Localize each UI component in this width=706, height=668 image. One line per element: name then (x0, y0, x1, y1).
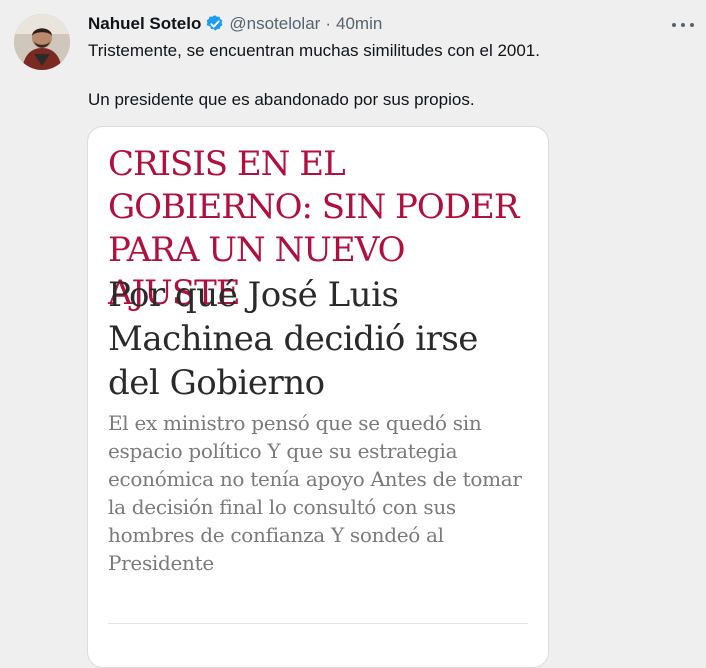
tweet-timestamp[interactable]: 40min (336, 13, 382, 35)
article-dek: El ex ministro pensó que se quedó sin es… (108, 411, 522, 575)
attached-image[interactable]: CRISIS EN EL GOBIERNO: SIN PODER PARA UN… (87, 126, 549, 668)
avatar[interactable] (14, 14, 70, 70)
tweet-text-line-2: Un presidente que es abandonado por sus … (88, 90, 475, 109)
author-name[interactable]: Nahuel Sotelo (88, 13, 201, 35)
divider (108, 623, 528, 624)
tweet-text-line-1: Tristemente, se encuentran muchas simili… (88, 41, 540, 60)
more-options-icon[interactable] (672, 15, 694, 35)
article-headline: Por qué José Luis Machinea decidió irse … (108, 275, 478, 403)
separator-dot: · (325, 14, 331, 33)
tweet-text: Tristemente, se encuentran muchas simili… (88, 40, 688, 111)
tweet-header: Nahuel Sotelo @nsotelolar · 40min (88, 13, 382, 35)
author-handle[interactable]: @nsotelolar (229, 13, 320, 35)
verified-badge-icon (205, 14, 225, 34)
tweet: Nahuel Sotelo @nsotelolar · 40min Triste… (0, 0, 706, 668)
